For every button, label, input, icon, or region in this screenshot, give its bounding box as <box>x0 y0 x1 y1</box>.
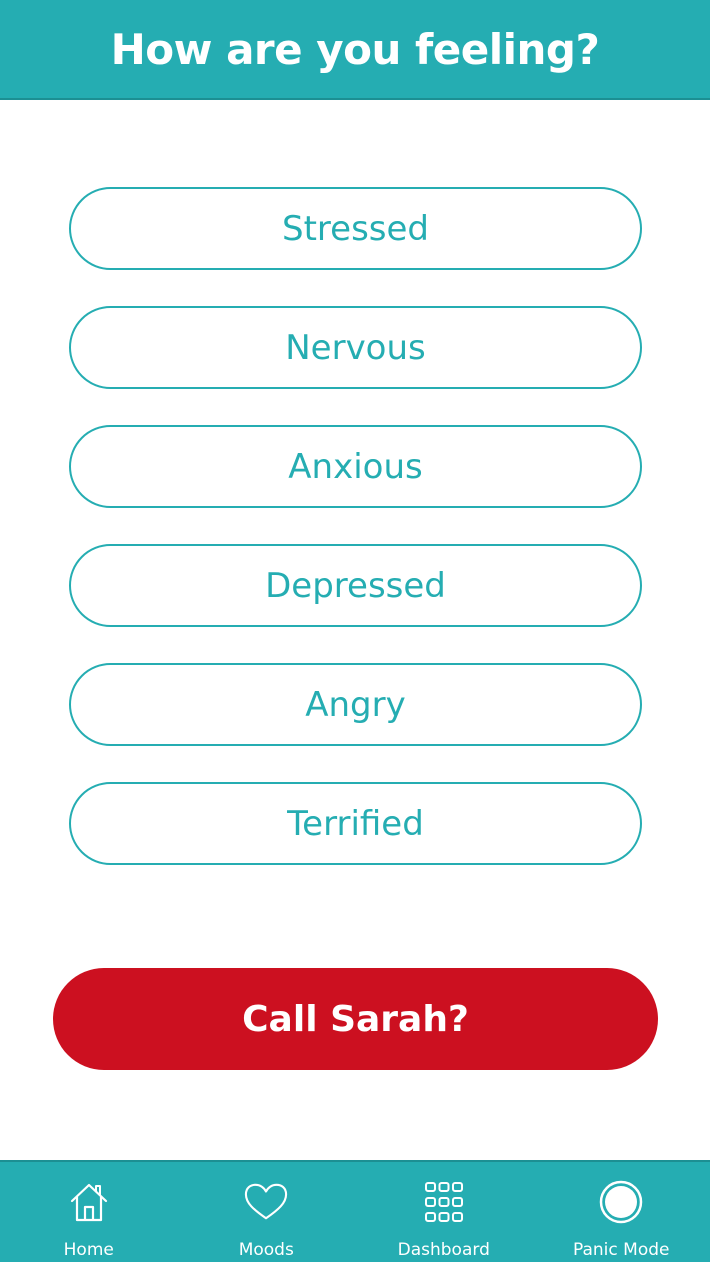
bottom-tab-bar: Home Moods Dashboard Panic Mode <box>0 1160 710 1262</box>
tab-panic-mode[interactable]: Panic Mode <box>533 1162 710 1262</box>
circle-icon <box>599 1180 643 1224</box>
tab-panic-mode-label: Panic Mode <box>573 1240 670 1260</box>
mood-button-nervous[interactable]: Nervous <box>69 306 642 389</box>
heart-icon <box>244 1180 288 1224</box>
mood-screen: How are you feeling? Stressed Nervous An… <box>0 0 710 1262</box>
mood-button-depressed[interactable]: Depressed <box>69 544 642 627</box>
mood-list: Stressed Nervous Anxious Depressed Angry… <box>69 187 642 901</box>
mood-button-anxious[interactable]: Anxious <box>69 425 642 508</box>
header-bar: How are you feeling? <box>0 0 710 100</box>
tab-home[interactable]: Home <box>0 1162 178 1262</box>
mood-button-angry[interactable]: Angry <box>69 663 642 746</box>
tab-dashboard[interactable]: Dashboard <box>355 1162 533 1262</box>
mood-button-terrified[interactable]: Terrified <box>69 782 642 865</box>
tab-home-label: Home <box>63 1240 114 1260</box>
tab-moods[interactable]: Moods <box>178 1162 356 1262</box>
tab-dashboard-label: Dashboard <box>397 1240 490 1260</box>
mood-button-stressed[interactable]: Stressed <box>69 187 642 270</box>
page-title: How are you feeling? <box>110 24 600 74</box>
home-icon <box>67 1180 111 1224</box>
tab-moods-label: Moods <box>238 1240 294 1260</box>
grid-icon <box>422 1180 466 1224</box>
call-sarah-button[interactable]: Call Sarah? <box>53 968 658 1070</box>
